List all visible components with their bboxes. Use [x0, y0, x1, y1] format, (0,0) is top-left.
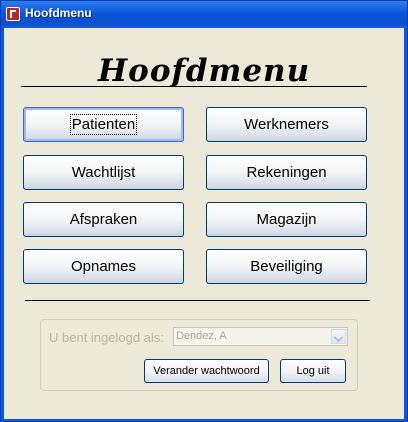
patienten-button[interactable]: Patienten — [23, 107, 184, 142]
window-title: Hoofdmenu — [25, 6, 92, 20]
logged-in-user-combobox[interactable]: Dendez, A — [173, 327, 348, 346]
chevron-down-icon[interactable] — [331, 329, 346, 344]
form-body: Hoofdmenu Patienten Werknemers Wachtlijs… — [4, 28, 404, 419]
wachtlijst-button[interactable]: Wachtlijst — [23, 155, 184, 190]
title-bar[interactable]: Hoofdmenu — [1, 1, 407, 28]
logout-button[interactable]: Log uit — [280, 359, 346, 383]
section-divider — [25, 300, 370, 301]
opnames-button[interactable]: Opnames — [23, 249, 184, 284]
main-window: Hoofdmenu Hoofdmenu Patienten Werknemers… — [0, 0, 408, 422]
magazijn-button[interactable]: Magazijn — [206, 202, 367, 237]
werknemers-button[interactable]: Werknemers — [206, 107, 367, 142]
rekeningen-button[interactable]: Rekeningen — [206, 155, 367, 190]
logged-in-user-value: Dendez, A — [176, 330, 227, 342]
access-app-icon — [6, 7, 20, 21]
change-password-button[interactable]: Verander wachtwoord — [144, 359, 269, 383]
afspraken-button[interactable]: Afspraken — [23, 202, 184, 237]
title-divider — [21, 86, 367, 87]
page-title: Hoofdmenu — [97, 53, 311, 89]
beveiliging-button[interactable]: Beveiliging — [206, 249, 367, 284]
logged-in-label: U bent ingelogd als: — [49, 330, 164, 345]
